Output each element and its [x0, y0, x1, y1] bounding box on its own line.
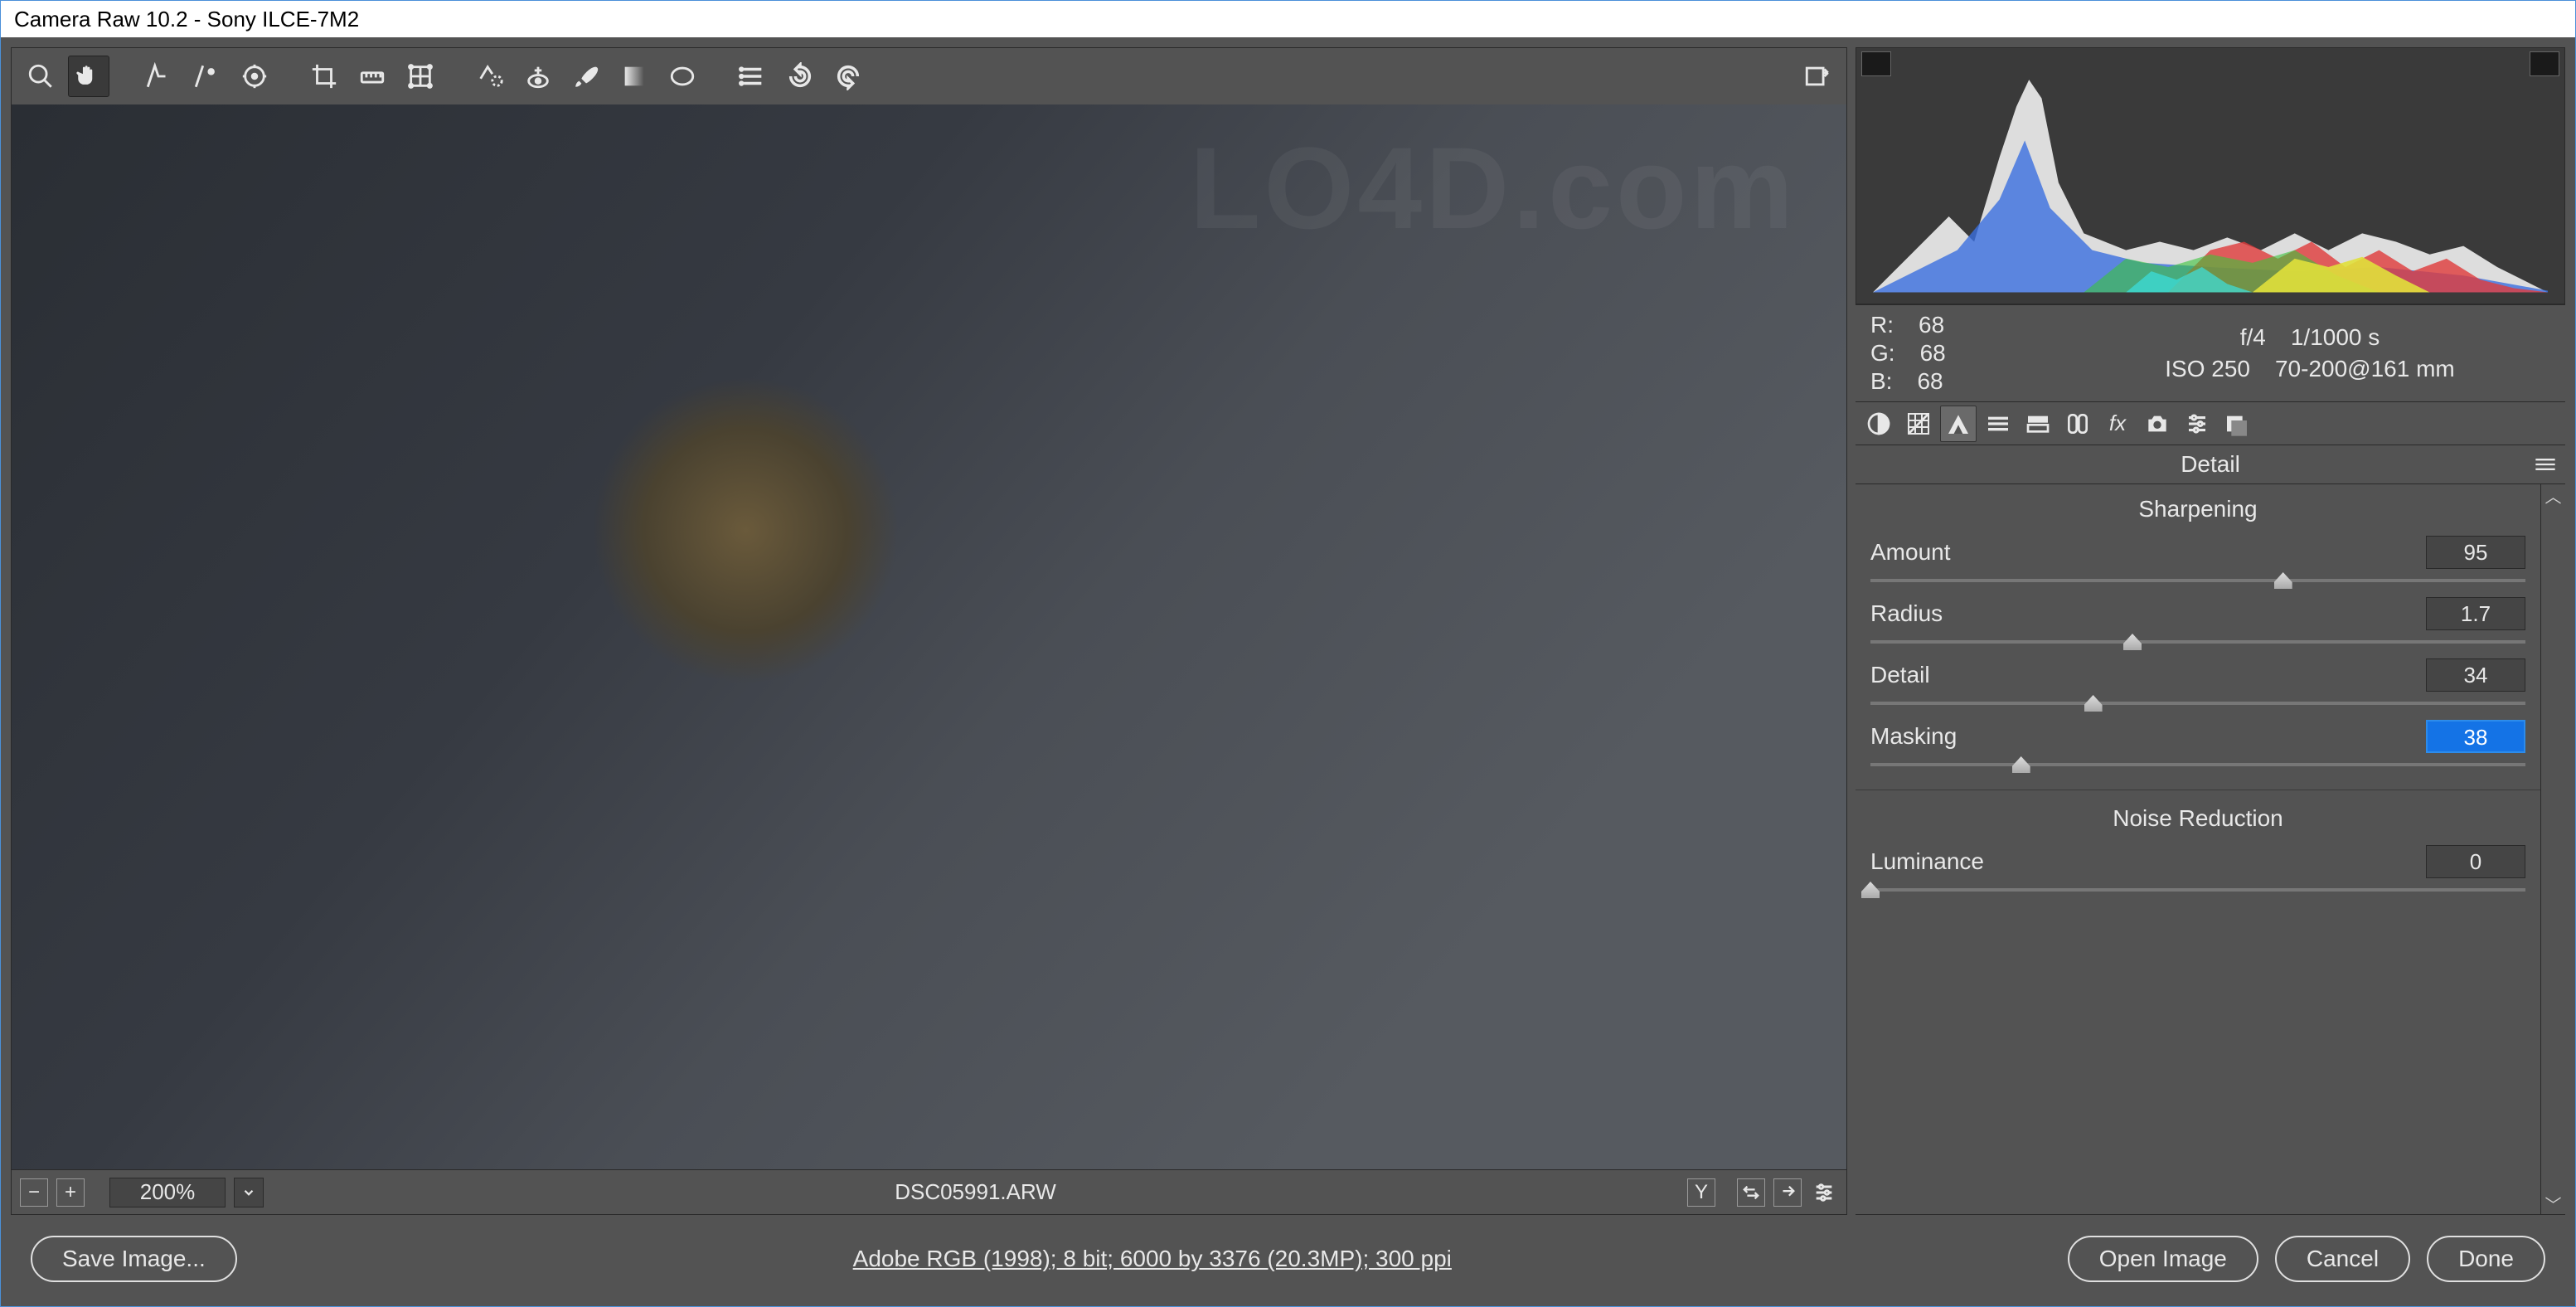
rotate-ccw-icon[interactable] [779, 56, 821, 97]
amount-label: Amount [1870, 539, 2426, 566]
detail-label: Detail [1870, 662, 2426, 688]
detail-slider[interactable] [1870, 695, 2525, 713]
done-button[interactable]: Done [2427, 1236, 2545, 1282]
toggle-fullscreen-icon[interactable] [1797, 56, 1838, 97]
preview-prefs-icon[interactable] [1810, 1178, 1838, 1207]
shutter-value: 1/1000 s [2291, 324, 2380, 351]
zoom-tool-icon[interactable] [20, 56, 61, 97]
tab-presets-icon[interactable] [2179, 406, 2215, 442]
tab-snapshots-icon[interactable] [2219, 406, 2255, 442]
copy-settings-icon[interactable] [1773, 1178, 1802, 1207]
crop-tool-icon[interactable] [303, 56, 345, 97]
app-window: Camera Raw 10.2 - Sony ILCE-7M2 [0, 0, 2576, 1307]
tab-camera-icon[interactable] [2139, 406, 2176, 442]
zoom-dropdown-icon[interactable] [234, 1178, 264, 1207]
brush-tool-icon[interactable] [565, 56, 607, 97]
panel-body: Sharpening Amount 95 Radius 1.7 [1856, 484, 2540, 1214]
color-sampler-tool-icon[interactable] [186, 56, 227, 97]
rotate-cw-icon[interactable] [827, 56, 869, 97]
masking-slider-row: Masking 38 [1870, 720, 2525, 775]
save-image-button[interactable]: Save Image... [31, 1236, 237, 1282]
luminance-slider[interactable] [1870, 882, 2525, 900]
left-column: LO4D.com − + 200% DSC05991.ARW Y [11, 47, 1847, 1215]
scroll-down-icon[interactable]: ﹀ [2541, 1193, 2565, 1214]
radius-slider-row: Radius 1.7 [1870, 597, 2525, 652]
histogram-svg [1873, 73, 2548, 293]
spot-removal-tool-icon[interactable] [469, 56, 511, 97]
hand-tool-icon[interactable] [68, 56, 109, 97]
zoom-level[interactable]: 200% [109, 1178, 226, 1207]
radius-slider[interactable] [1870, 634, 2525, 652]
tab-splittone-icon[interactable] [2020, 406, 2056, 442]
window-title: Camera Raw 10.2 - Sony ILCE-7M2 [14, 7, 359, 32]
image-preview[interactable]: LO4D.com [12, 104, 1846, 1169]
preview-mode-y-icon[interactable]: Y [1687, 1178, 1715, 1207]
tab-lens-icon[interactable] [2059, 406, 2096, 442]
luminance-value[interactable]: 0 [2426, 845, 2525, 878]
right-column: R: 68 G: 68 B: 68 f/4 1/1000 s ISO 250 70-200… [1856, 47, 2565, 1215]
white-balance-tool-icon[interactable] [138, 56, 179, 97]
zoom-out-button[interactable]: − [20, 1178, 48, 1207]
b-label: B: [1870, 368, 1892, 395]
amount-slider-row: Amount 95 [1870, 536, 2525, 590]
detail-value[interactable]: 34 [2426, 658, 2525, 692]
target-adjust-tool-icon[interactable] [234, 56, 275, 97]
luminance-slider-row: Luminance 0 [1870, 845, 2525, 900]
preferences-icon[interactable] [731, 56, 773, 97]
iso-value: ISO 250 [2165, 356, 2250, 382]
cancel-button[interactable]: Cancel [2275, 1236, 2410, 1282]
radial-filter-tool-icon[interactable] [662, 56, 703, 97]
masking-value[interactable]: 38 [2426, 720, 2525, 753]
g-label: G: [1870, 340, 1895, 367]
tab-tonecurve-icon[interactable] [1900, 406, 1937, 442]
toolbar [12, 48, 1846, 104]
lens-value: 70-200@161 mm [2275, 356, 2455, 382]
luminance-label: Luminance [1870, 848, 2426, 875]
zoom-in-button[interactable]: + [56, 1178, 85, 1207]
r-label: R: [1870, 312, 1894, 338]
detail-slider-row: Detail 34 [1870, 658, 2525, 713]
transform-tool-icon[interactable] [400, 56, 441, 97]
workflow-link[interactable]: Adobe RGB (1998); 8 bit; 6000 by 3376 (2… [853, 1246, 1452, 1272]
tab-basic-icon[interactable] [1860, 406, 1897, 442]
g-value: 68 [1920, 340, 1946, 367]
preview-status-bar: − + 200% DSC05991.ARW Y [12, 1169, 1846, 1214]
tab-hsl-icon[interactable] [1980, 406, 2016, 442]
histogram[interactable] [1856, 47, 2565, 304]
scroll-up-icon[interactable]: ︿ [2541, 484, 2565, 506]
red-eye-tool-icon[interactable] [517, 56, 559, 97]
r-value: 68 [1919, 312, 1944, 338]
straighten-tool-icon[interactable] [352, 56, 393, 97]
amount-slider[interactable] [1870, 572, 2525, 590]
main-row: LO4D.com − + 200% DSC05991.ARW Y [11, 47, 2565, 1215]
tab-effects-icon[interactable]: fx [2099, 406, 2136, 442]
panel-header: Detail [1856, 445, 2565, 484]
open-image-button[interactable]: Open Image [2068, 1236, 2258, 1282]
content-area: LO4D.com − + 200% DSC05991.ARW Y [1, 37, 2575, 1306]
b-value: 68 [1917, 368, 1943, 395]
masking-slider[interactable] [1870, 756, 2525, 775]
footer: Save Image... Adobe RGB (1998); 8 bit; 6… [11, 1222, 2565, 1296]
titlebar[interactable]: Camera Raw 10.2 - Sony ILCE-7M2 [1, 1, 2575, 37]
graduated-filter-tool-icon[interactable] [614, 56, 655, 97]
panel-tabs: fx [1856, 401, 2565, 445]
panel-scrollbar[interactable]: ︿ ﹀ [2540, 484, 2565, 1214]
radius-value[interactable]: 1.7 [2426, 597, 2525, 630]
filename-label: DSC05991.ARW [895, 1179, 1056, 1205]
tab-detail-icon[interactable] [1940, 406, 1977, 442]
swap-preview-icon[interactable] [1737, 1178, 1765, 1207]
sharpening-header: Sharpening [1870, 493, 2525, 529]
amount-value[interactable]: 95 [2426, 536, 2525, 569]
preview-content [12, 104, 1846, 1169]
panel-title: Detail [2181, 451, 2240, 478]
noise-header: Noise Reduction [1870, 802, 2525, 838]
radius-label: Radius [1870, 600, 2426, 627]
panel-menu-icon[interactable] [2534, 457, 2557, 472]
masking-label: Masking [1870, 723, 2426, 750]
aperture-value: f/4 [2240, 324, 2266, 351]
readout-panel: R: 68 G: 68 B: 68 f/4 1/1000 s ISO 250 70-200… [1856, 304, 2565, 401]
